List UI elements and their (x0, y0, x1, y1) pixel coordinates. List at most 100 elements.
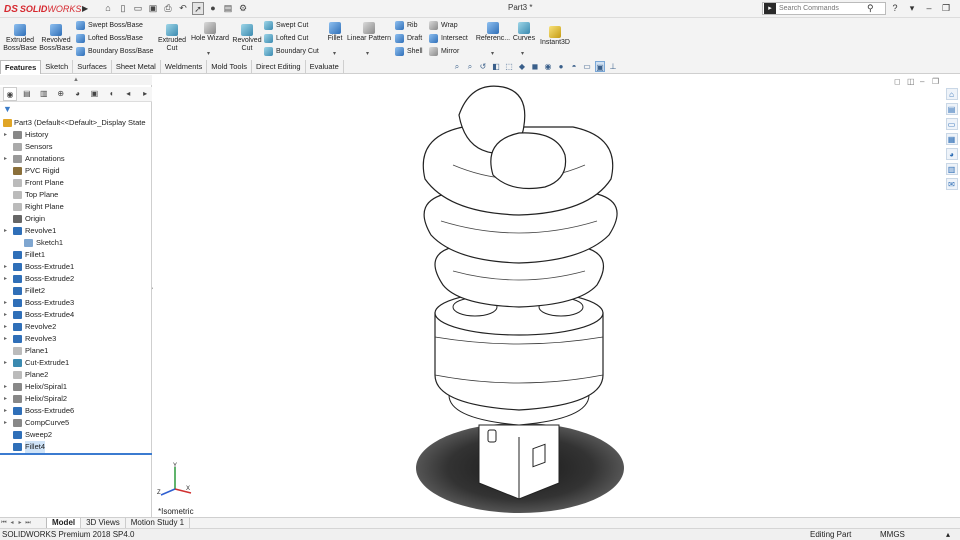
extruded-cut-button[interactable]: Extruded Cut (156, 24, 188, 53)
next-tab-icon[interactable]: ▸ (16, 518, 24, 528)
zoom-to-fit-icon[interactable]: ⌕ (452, 61, 462, 72)
fillet-button[interactable]: Fillet (326, 22, 344, 43)
home-icon[interactable]: ⌂ (102, 2, 114, 15)
curves-dropdown-icon[interactable]: ▾ (521, 50, 524, 57)
tree-item[interactable]: ▸ Boss-Extrude6 (0, 405, 152, 417)
tree-expand-icon[interactable]: ▸ (4, 225, 7, 237)
status-expand-icon[interactable]: ▴ (946, 530, 950, 540)
tree-item[interactable]: ▸ CompCurve5 (0, 417, 152, 429)
first-tab-icon[interactable]: ⏮ (0, 518, 8, 528)
hole-wizard-button[interactable]: Hole Wizard (190, 22, 230, 43)
linear-pattern-button[interactable]: Linear Pattern (346, 22, 392, 43)
view-settings-icon[interactable]: ▭ (582, 61, 592, 72)
tree-item[interactable]: Origin (0, 213, 152, 225)
panel-scroll-left-icon[interactable]: ◂ (121, 87, 135, 101)
tab-direct-editing[interactable]: Direct Editing (252, 60, 306, 74)
design-library-icon[interactable]: ▤ (945, 103, 958, 115)
unit-system[interactable]: MMGS (880, 530, 905, 540)
previous-view-icon[interactable]: ↺ (478, 61, 488, 72)
filter-icon[interactable]: ▼ (3, 104, 12, 114)
lofted-cut-button[interactable]: Lofted Cut (264, 34, 308, 43)
tree-item[interactable]: ▸ Helix/Spiral1 (0, 381, 152, 393)
zoom-to-area-icon[interactable]: ⌕ (465, 61, 475, 72)
solidworks-forum-icon[interactable]: ✉ (945, 178, 958, 190)
panel-tab-more-icon[interactable]: ◖ (104, 87, 118, 101)
tab-features[interactable]: Features (0, 60, 42, 74)
swept-cut-button[interactable]: Swept Cut (264, 21, 308, 30)
tree-item[interactable]: Fillet2 (0, 285, 152, 297)
help-button[interactable]: ? (890, 2, 900, 15)
options-gear-icon[interactable]: ⚙ (237, 2, 249, 15)
open-folder-icon[interactable]: ▭ (132, 2, 144, 15)
edit-appearance-icon[interactable]: ● (556, 61, 566, 72)
tab-mold-tools[interactable]: Mold Tools (207, 60, 252, 74)
wrap-button[interactable]: Wrap (429, 21, 458, 30)
help-dropdown-button[interactable]: ▾ (907, 2, 917, 15)
hide-show-items-icon[interactable]: ◉ (543, 61, 553, 72)
tree-item[interactable]: Plane2 (0, 369, 152, 381)
tree-item[interactable]: Top Plane (0, 189, 152, 201)
tree-expand-icon[interactable]: ▸ (4, 357, 7, 369)
tree-item[interactable]: ▸ Cut-Extrude1 (0, 357, 152, 369)
tree-item[interactable]: Sweep2 (0, 429, 152, 441)
last-tab-icon[interactable]: ⏭ (24, 518, 32, 528)
tree-item[interactable]: ▸ Revolve3 (0, 333, 152, 345)
extruded-boss-button[interactable]: Extruded Boss/Base (3, 24, 37, 53)
tab-sheet-metal[interactable]: Sheet Metal (112, 60, 161, 74)
tree-item[interactable]: Sketch1 (0, 237, 152, 249)
view-palette-icon[interactable]: ▦ (945, 133, 958, 145)
tree-expand-icon[interactable]: ▸ (4, 333, 7, 345)
file-explorer-icon[interactable]: ▭ (945, 118, 958, 130)
tree-expand-icon[interactable]: ▸ (4, 273, 7, 285)
shell-button[interactable]: Shell (395, 47, 423, 56)
tree-expand-icon[interactable]: ▸ (4, 297, 7, 309)
tab-3d-views[interactable]: 3D Views (81, 518, 126, 528)
tree-item[interactable]: Plane1 (0, 345, 152, 357)
graphics-viewport[interactable]: ◻ ◫ – ❐ Y X Z *Isometric (153, 75, 943, 517)
ambient-occlusion-icon[interactable]: ⊥ (608, 61, 618, 72)
rib-button[interactable]: Rib (395, 21, 418, 30)
mirror-button[interactable]: Mirror (429, 47, 459, 56)
tab-evaluate[interactable]: Evaluate (306, 60, 344, 74)
tree-item[interactable]: ▸ Boss-Extrude3 (0, 297, 152, 309)
draft-button[interactable]: Draft (395, 34, 422, 43)
realview-graphics-icon[interactable]: ▣ (595, 61, 605, 72)
solidworks-logo[interactable]: DS SOLID WORKS (4, 2, 81, 16)
tree-expand-icon[interactable]: ▸ (4, 381, 7, 393)
lofted-boss-button[interactable]: Lofted Boss/Base (76, 34, 143, 43)
rebuild-icon[interactable]: ● (207, 2, 219, 15)
select-pointer-icon[interactable]: ➚ (192, 2, 204, 15)
tree-item[interactable]: Fillet4 (0, 441, 152, 453)
tree-expand-icon[interactable]: ▸ (4, 321, 7, 333)
restore-button[interactable]: ❐ (941, 2, 951, 15)
display-style-icon[interactable]: ◼ (530, 61, 540, 72)
view-orientation-icon[interactable]: ◆ (517, 61, 527, 72)
featuremanager-tab-icon[interactable]: ◉ (3, 87, 18, 101)
tree-item[interactable]: ▸ Boss-Extrude2 (0, 273, 152, 285)
tree-item[interactable]: ▸ Annotations (0, 153, 152, 165)
curves-button[interactable]: Curves (512, 22, 536, 43)
configurationmanager-tab-icon[interactable]: ▥ (37, 87, 51, 101)
tab-surfaces[interactable]: Surfaces (73, 60, 112, 74)
tree-expand-icon[interactable]: ▸ (4, 405, 7, 417)
undo-icon[interactable]: ↶ (177, 2, 189, 15)
panel-grip-icon[interactable]: ▲ (0, 75, 152, 85)
tab-sketch[interactable]: Sketch (41, 60, 74, 74)
search-commands[interactable]: ▸ ⚲ (762, 2, 886, 15)
panel-scroll-right-icon[interactable]: ▸ (138, 87, 152, 101)
intersect-button[interactable]: Intersect (429, 34, 468, 43)
tree-expand-icon[interactable]: ▸ (4, 309, 7, 321)
tree-expand-icon[interactable]: ▸ (4, 417, 7, 429)
instant3d-button[interactable]: Instant3D (538, 26, 572, 47)
tab-weldments[interactable]: Weldments (161, 60, 208, 74)
print-icon[interactable]: ⎙ (162, 2, 174, 15)
menu-expand-arrow-icon[interactable]: ▶ (82, 3, 89, 15)
linear-pattern-dropdown-icon[interactable]: ▾ (366, 50, 369, 57)
tree-expand-icon[interactable]: ▸ (4, 261, 7, 273)
solidworks-resources-icon[interactable]: ⌂ (945, 88, 958, 100)
dynamic-annotation-icon[interactable]: ⬚ (504, 61, 514, 72)
dimxpertmanager-tab-icon[interactable]: ⊕ (54, 87, 68, 101)
search-type-icon[interactable]: ▸ (764, 3, 776, 14)
search-input[interactable] (779, 5, 865, 12)
tree-item[interactable]: ▸ History (0, 129, 152, 141)
